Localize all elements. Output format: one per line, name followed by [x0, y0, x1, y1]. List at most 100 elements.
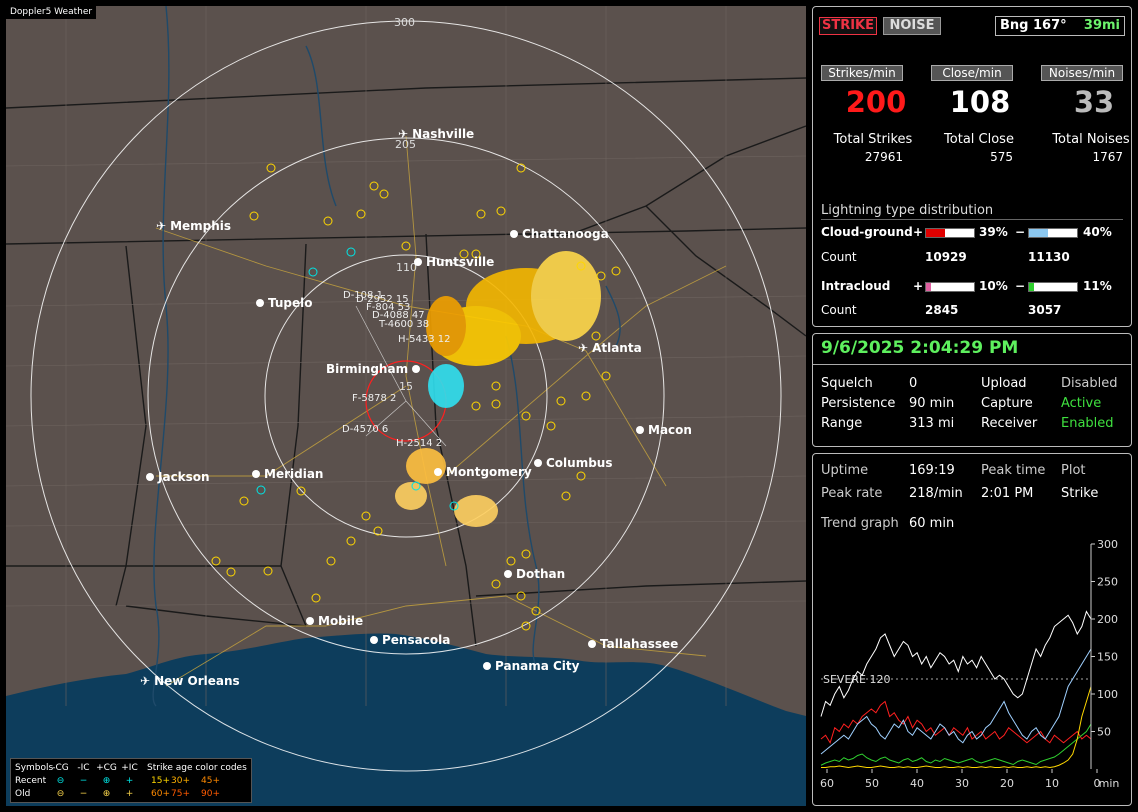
- city-chattanooga[interactable]: Chattanooga: [510, 227, 609, 241]
- city-label: Atlanta: [592, 341, 642, 355]
- pos-cg-icon: ⊕: [102, 775, 111, 786]
- city-label: Tupelo: [268, 296, 313, 310]
- neg-cg-icon: ⊖: [56, 788, 65, 799]
- close-per-min-value: 108: [949, 85, 1011, 119]
- city-meridian[interactable]: Meridian: [252, 467, 323, 481]
- minus-sign: −: [1015, 225, 1026, 239]
- legend-age: 75+: [171, 788, 190, 799]
- city-nashville[interactable]: ✈ Nashville: [398, 127, 474, 141]
- city-dot-icon: [588, 640, 596, 648]
- peak-time-label: Peak time: [981, 463, 1046, 478]
- airport-icon: ✈: [398, 127, 409, 141]
- bearing-value: Bng 167°: [1000, 18, 1067, 33]
- city-label: Macon: [648, 423, 692, 437]
- ic-positive-count: 2845: [925, 303, 959, 317]
- city-mobile[interactable]: Mobile: [306, 614, 363, 628]
- city-dot-icon: [434, 468, 442, 476]
- x-tick-label: 20: [1000, 777, 1014, 790]
- squelch-value: 0: [909, 376, 918, 391]
- strike-label: H-5433 12: [398, 334, 451, 345]
- ring-label-300: 300: [394, 16, 415, 29]
- severe-threshold-label: SEVERE 120: [823, 673, 891, 686]
- count-label: Count: [821, 250, 857, 264]
- city-huntsville[interactable]: Huntsville: [414, 255, 494, 269]
- strike-label: F-5878 2: [352, 393, 397, 404]
- legend-age: 15+: [151, 775, 170, 786]
- map-background: [6, 6, 806, 806]
- ic-positive-bar: [925, 282, 975, 292]
- city-label: Montgomery: [446, 465, 532, 479]
- city-label: Dothan: [516, 567, 566, 581]
- city-panama-city[interactable]: Panama City: [483, 659, 579, 673]
- peak-rate-label: Peak rate: [821, 486, 883, 501]
- strikes-per-min-value: 200: [845, 85, 907, 119]
- y-tick-label: 200: [1097, 613, 1118, 626]
- city-label: Nashville: [412, 127, 475, 141]
- city-macon[interactable]: Macon: [636, 423, 692, 437]
- city-dot-icon: [256, 299, 264, 307]
- city-pensacola[interactable]: Pensacola: [370, 633, 450, 647]
- pos-ic-icon: +: [125, 775, 134, 786]
- uptime-value: 169:19: [909, 463, 955, 478]
- legend-age: 90+: [201, 788, 220, 799]
- y-tick-label: 300: [1097, 538, 1118, 551]
- stats-panel: STRIKE NOISE Bng 167° 39mi Strikes/min C…: [812, 6, 1132, 327]
- ic-negative-count: 3057: [1028, 303, 1062, 317]
- city-dot-icon: [636, 426, 644, 434]
- total-close-value: 575: [990, 150, 1013, 164]
- ic-negative-pct: 11%: [1083, 279, 1112, 293]
- count-label: Count: [821, 303, 857, 317]
- cg-positive-pct: 39%: [979, 225, 1008, 239]
- city-dothan[interactable]: Dothan: [504, 567, 565, 581]
- y-tick-label: 250: [1097, 576, 1118, 589]
- noises-per-min-value: 33: [1073, 85, 1115, 119]
- cg-negative-pct: 40%: [1083, 225, 1112, 239]
- y-tick-label: 100: [1097, 688, 1118, 701]
- app-title: Doppler5 Weather: [6, 6, 97, 19]
- neg-ic-icon: −: [79, 788, 88, 799]
- city-jackson[interactable]: Jackson: [146, 470, 210, 484]
- legend-age: 60+: [151, 788, 170, 799]
- divider: [821, 219, 1123, 220]
- city-new-orleans[interactable]: ✈ New Orleans: [140, 674, 240, 688]
- noises-per-min-label: Noises/min: [1041, 65, 1123, 81]
- noise-mode-button[interactable]: NOISE: [883, 17, 941, 35]
- strike-map[interactable]: Doppler5 Weather 300 205 110 15 ✈ Nashvil…: [6, 6, 806, 806]
- city-label: Tallahassee: [600, 637, 679, 651]
- city-label: Columbus: [546, 456, 613, 470]
- close-per-min-label: Close/min: [931, 65, 1013, 81]
- bearing-readout: Bng 167° 39mi: [995, 16, 1125, 36]
- x-tick-label: 60: [820, 777, 834, 790]
- city-label: Jackson: [158, 470, 210, 484]
- city-tallahassee[interactable]: Tallahassee: [588, 637, 678, 651]
- city-columbus[interactable]: Columbus: [534, 456, 613, 470]
- city-birmingham[interactable]: Birmingham: [326, 362, 421, 376]
- neg-cg-icon: ⊖: [56, 775, 65, 786]
- city-dot-icon: [483, 662, 491, 670]
- city-dot-icon: [146, 473, 154, 481]
- cg-negative-bar: [1028, 228, 1078, 238]
- cg-positive-count: 10929: [925, 250, 967, 264]
- peak-rate-value: 218/min: [909, 486, 963, 501]
- strike-mode-button[interactable]: STRIKE: [819, 17, 877, 35]
- x-tick-label: 50: [865, 777, 879, 790]
- minus-sign: −: [1015, 279, 1026, 293]
- city-label: Chattanooga: [522, 227, 609, 241]
- receiver-value: Enabled: [1061, 416, 1114, 431]
- trend-series-1: [820, 700, 1092, 744]
- city-dot-icon: [414, 258, 422, 266]
- bar-fill: [926, 283, 931, 291]
- bar-fill: [1029, 283, 1035, 291]
- city-dot-icon: [504, 570, 512, 578]
- ic-negative-bar: [1028, 282, 1078, 292]
- city-tupelo[interactable]: Tupelo: [256, 296, 313, 310]
- strike-label: H-2514 2: [396, 438, 443, 449]
- city-montgomery[interactable]: Montgomery: [434, 465, 532, 479]
- plot-value[interactable]: Strike: [1061, 486, 1098, 501]
- city-atlanta[interactable]: ✈ Atlanta: [578, 341, 642, 355]
- city-dot-icon: [252, 470, 260, 478]
- divider: [813, 364, 1131, 365]
- legend-symbols-title: Symbols: [15, 762, 54, 773]
- pos-cg-icon: ⊕: [102, 788, 111, 799]
- city-memphis[interactable]: ✈ Memphis: [156, 219, 231, 233]
